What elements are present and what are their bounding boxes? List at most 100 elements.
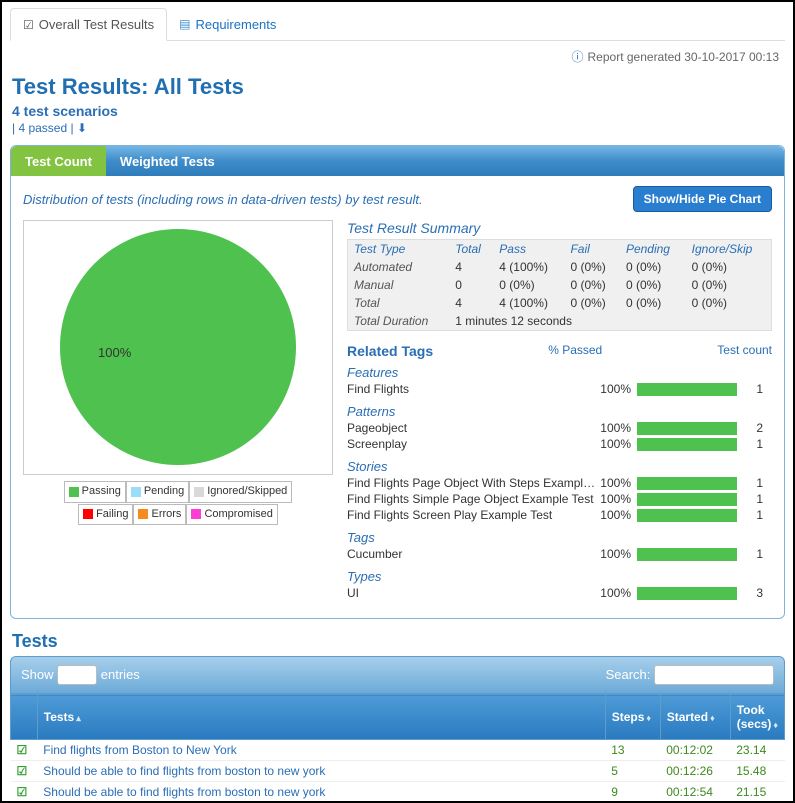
tag-pct: 100% (597, 476, 637, 490)
tag-row[interactable]: UI 100% 3 (347, 586, 772, 600)
test-started: 00:12:26 (660, 761, 730, 782)
tag-group: Features Find Flights 100% 1 (347, 365, 772, 396)
test-steps: 13 (605, 740, 660, 761)
col-test-count: Test count (717, 343, 772, 359)
check-icon: ☑ (17, 743, 28, 757)
col-tests[interactable]: Tests▴ (37, 695, 605, 740)
tag-count: 1 (737, 547, 763, 561)
sort-icon: ♦ (773, 720, 778, 730)
related-tags-heading: Related Tags (347, 343, 433, 359)
col-took[interactable]: Took (secs)♦ (730, 695, 784, 740)
tag-bar (637, 587, 737, 600)
col-steps[interactable]: Steps♦ (605, 695, 660, 740)
summary-heading: Test Result Summary (347, 220, 772, 236)
download-icon[interactable]: ⬇ (77, 121, 87, 135)
tag-row[interactable]: Screenplay 100% 1 (347, 437, 772, 451)
col-test-type: Test Type (348, 240, 450, 259)
sort-icon: ♦ (646, 713, 651, 723)
tab-overall-results[interactable]: ☑ Overall Test Results (10, 8, 167, 41)
tag-name: Find Flights Simple Page Object Example … (347, 492, 597, 506)
test-steps: 9 (605, 782, 660, 803)
check-icon: ☑ (17, 764, 28, 778)
search-input[interactable] (654, 665, 774, 685)
entries-input[interactable] (57, 665, 97, 685)
summary-row: Total44 (100%)0 (0%)0 (0%)0 (0%) (348, 294, 772, 312)
distribution-text: Distribution of tests (including rows in… (23, 192, 423, 207)
tab-weighted-tests[interactable]: Weighted Tests (106, 146, 229, 176)
col-status[interactable] (11, 695, 38, 740)
tag-group: Patterns Pageobject 100% 2 Screenplay 10… (347, 404, 772, 451)
tag-row[interactable]: Find Flights 100% 1 (347, 382, 772, 396)
tag-bar (637, 438, 737, 451)
test-row[interactable]: ☑ Find flights from Boston to New York 1… (11, 740, 785, 761)
search-label: Search: (606, 667, 651, 682)
test-steps: 5 (605, 761, 660, 782)
tab-requirements[interactable]: ▤ Requirements (167, 8, 288, 40)
pie-chart-box: 100% (23, 220, 333, 475)
tag-group-heading: Patterns (347, 404, 772, 419)
info-icon: ⓘ (572, 48, 584, 65)
report-generated: ⓘ Report generated 30-10-2017 00:13 (10, 45, 785, 68)
col-started[interactable]: Started♦ (660, 695, 730, 740)
legend-ignored: Ignored/Skipped (189, 481, 292, 503)
tag-name: Find Flights Page Object With Steps Exam… (347, 476, 597, 490)
book-icon: ▤ (179, 17, 190, 31)
test-started: 00:12:02 (660, 740, 730, 761)
legend-failing: Failing (78, 504, 133, 526)
tag-count: 1 (737, 476, 763, 490)
test-name[interactable]: Should be able to find flights from bost… (37, 782, 605, 803)
test-started: 00:12:54 (660, 782, 730, 803)
tag-bar (637, 493, 737, 506)
show-label: Show (21, 667, 54, 682)
tag-group-heading: Features (347, 365, 772, 380)
summary-table: Test Type Total Pass Fail Pending Ignore… (347, 239, 772, 331)
pie-percent-label: 100% (98, 345, 131, 360)
tag-row[interactable]: Find Flights Screen Play Example Test 10… (347, 508, 772, 522)
tag-count: 2 (737, 421, 763, 435)
tag-name: UI (347, 586, 597, 600)
col-total: Total (449, 240, 493, 259)
legend-errors: Errors (133, 504, 186, 526)
legend-pending: Pending (126, 481, 189, 503)
tag-row[interactable]: Find Flights Page Object With Steps Exam… (347, 476, 772, 490)
toggle-pie-button[interactable]: Show/Hide Pie Chart (633, 186, 772, 212)
tag-group: Tags Cucumber 100% 1 (347, 530, 772, 561)
check-icon: ☑ (17, 785, 28, 799)
tab-weighted-label: Weighted Tests (120, 154, 215, 169)
tag-row[interactable]: Cucumber 100% 1 (347, 547, 772, 561)
test-row[interactable]: ☑ Should be able to find flights from bo… (11, 761, 785, 782)
tag-group-heading: Tags (347, 530, 772, 545)
table-controls: Show entries Search: (10, 656, 785, 694)
tag-bar (637, 383, 737, 396)
tab-requirements-label: Requirements (195, 17, 276, 32)
report-generated-text: Report generated 30-10-2017 00:13 (588, 50, 779, 64)
tag-count: 1 (737, 492, 763, 506)
tests-table: Tests▴ Steps♦ Started♦ Took (secs)♦ ☑ Fi… (10, 694, 785, 803)
col-pending: Pending (620, 240, 686, 259)
test-name[interactable]: Find flights from Boston to New York (37, 740, 605, 761)
tag-bar (637, 477, 737, 490)
tag-bar (637, 509, 737, 522)
entries-label: entries (101, 667, 140, 682)
col-pass: Pass (493, 240, 564, 259)
tag-row[interactable]: Pageobject 100% 2 (347, 421, 772, 435)
tag-name: Find Flights Screen Play Example Test (347, 508, 597, 522)
tag-pct: 100% (597, 492, 637, 506)
col-pct-passed: % Passed (548, 343, 602, 359)
results-panel: Test Count Weighted Tests Distribution o… (10, 145, 785, 619)
tab-test-count[interactable]: Test Count (11, 146, 106, 176)
tag-count: 1 (737, 508, 763, 522)
tag-pct: 100% (597, 421, 637, 435)
duration-label: Total Duration (348, 312, 450, 331)
legend-compromised: Compromised (186, 504, 277, 526)
tag-name: Find Flights (347, 382, 597, 396)
tests-heading: Tests (12, 631, 785, 652)
col-ignore: Ignore/Skip (686, 240, 772, 259)
tag-pct: 100% (597, 508, 637, 522)
tag-row[interactable]: Find Flights Simple Page Object Example … (347, 492, 772, 506)
test-name[interactable]: Should be able to find flights from bost… (37, 761, 605, 782)
duration-value: 1 minutes 12 seconds (449, 312, 771, 331)
summary-row: Automated44 (100%)0 (0%)0 (0%)0 (0%) (348, 258, 772, 276)
tag-group: Types UI 100% 3 (347, 569, 772, 600)
test-row[interactable]: ☑ Should be able to find flights from bo… (11, 782, 785, 803)
